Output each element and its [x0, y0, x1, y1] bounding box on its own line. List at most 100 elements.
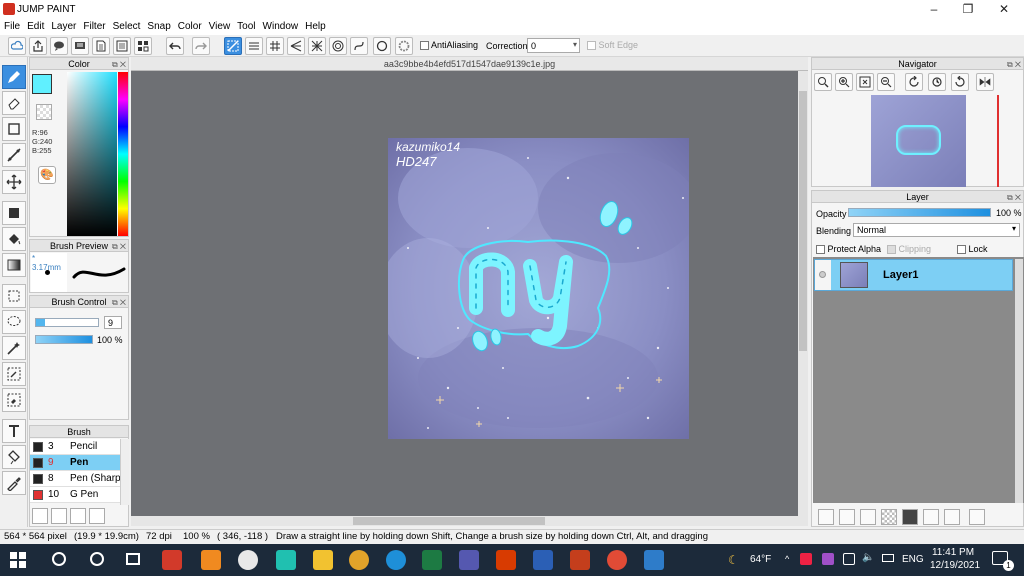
brush-size-input[interactable]: 9: [104, 316, 122, 329]
cloud-icon[interactable]: [8, 37, 26, 55]
new-layer-icon[interactable]: [818, 509, 834, 525]
menu-layer[interactable]: Layer: [47, 19, 79, 32]
file-explorer-taskbar-icon[interactable]: [313, 550, 333, 570]
menu-help[interactable]: Help: [301, 19, 329, 32]
settings-snap-icon[interactable]: [395, 37, 413, 55]
correction-select[interactable]: 0 ▾: [527, 38, 580, 53]
rectangle-tool-icon[interactable]: [2, 117, 26, 141]
lasso-tool-icon[interactable]: [2, 310, 26, 334]
merge-down-icon[interactable]: [944, 509, 960, 525]
text-tool-icon[interactable]: [2, 419, 26, 443]
restore-button[interactable]: ❐: [950, 0, 986, 19]
panel-close-icon[interactable]: ⧉ ✕: [1007, 59, 1021, 71]
curve-snap-icon[interactable]: [350, 37, 368, 55]
antialiasing-checkbox[interactable]: [420, 41, 429, 51]
clock[interactable]: 11:41 PM 12/19/2021: [930, 547, 980, 571]
perspective-snap-icon[interactable]: [287, 37, 305, 55]
chrome-taskbar-icon-3[interactable]: [607, 550, 627, 570]
circle-snap-icon[interactable]: [329, 37, 347, 55]
panel-close-icon[interactable]: ⧉ ✕: [1007, 192, 1021, 204]
teams-taskbar-icon[interactable]: [459, 550, 479, 570]
clipping-toggle[interactable]: Clipping: [887, 244, 931, 255]
pen-tool-icon[interactable]: [2, 65, 26, 89]
redo-icon[interactable]: [192, 37, 210, 55]
clipping-checkbox[interactable]: [887, 245, 896, 255]
protect-alpha-checkbox[interactable]: [816, 245, 825, 255]
palette-icon[interactable]: 🎨: [38, 166, 56, 184]
delete-layer-icon[interactable]: [969, 509, 985, 525]
layer-list-scrollbar[interactable]: [1015, 259, 1023, 503]
show-hidden-icons-icon[interactable]: ^: [785, 554, 789, 564]
share-icon[interactable]: [29, 37, 47, 55]
zoom-in-icon[interactable]: [835, 73, 853, 91]
fill-rect-tool-icon[interactable]: [2, 201, 26, 225]
layer-row[interactable]: Layer1: [814, 259, 1013, 291]
bucket-tool-icon[interactable]: [2, 227, 26, 251]
eyedropper-tool-icon[interactable]: [2, 471, 26, 495]
hue-slider[interactable]: [118, 72, 128, 236]
select-rect-tool-icon[interactable]: [2, 284, 26, 308]
zoom-actual-icon[interactable]: [856, 73, 874, 91]
list-item[interactable]: 8 Pen (Sharp): [30, 471, 124, 487]
cortana-icon[interactable]: [90, 552, 104, 566]
color-saturation-picker[interactable]: [67, 72, 117, 236]
message-icon[interactable]: [71, 37, 89, 55]
copy-brush-icon[interactable]: [70, 508, 86, 524]
office-taskbar-icon[interactable]: [496, 550, 516, 570]
eraser-tool-icon[interactable]: [2, 91, 26, 115]
panel-close-icon[interactable]: ⧉ ✕: [112, 297, 126, 309]
document-tab[interactable]: aa3c9bbe4b4efd517d1547dae9139c1e.jpg: [131, 57, 808, 71]
antialiasing-toggle[interactable]: AntiAliasing: [420, 40, 478, 51]
menu-snap[interactable]: Snap: [143, 19, 173, 32]
app-taskbar-icon-4[interactable]: [276, 550, 296, 570]
line-tool-icon[interactable]: [2, 143, 26, 167]
volume-icon[interactable]: 🔈: [862, 552, 874, 563]
tree-icon[interactable]: [32, 508, 48, 524]
menu-file[interactable]: File: [0, 19, 23, 32]
new-brush-icon[interactable]: [51, 508, 67, 524]
duplicate-layer-icon[interactable]: [923, 509, 939, 525]
artwork-canvas[interactable]: kazumiko14 HD247: [388, 138, 689, 439]
tray-app-icon-2[interactable]: [822, 553, 834, 565]
word-taskbar-icon[interactable]: [533, 550, 553, 570]
vertical-scrollbar[interactable]: [798, 71, 808, 516]
magic-wand-tool-icon[interactable]: [2, 336, 26, 360]
transparency-icon[interactable]: [881, 509, 897, 525]
close-button[interactable]: ✕: [986, 0, 1022, 19]
search-icon[interactable]: [52, 552, 66, 566]
minimize-button[interactable]: –: [916, 0, 952, 19]
balloon-tool-icon[interactable]: [2, 445, 26, 469]
excel-taskbar-icon[interactable]: [422, 550, 442, 570]
battery-icon[interactable]: [882, 554, 894, 562]
brush-opacity-slider[interactable]: [35, 335, 93, 344]
protect-alpha-toggle[interactable]: Protect Alpha: [816, 244, 881, 255]
comment-icon[interactable]: [50, 37, 68, 55]
rotate-reset-icon[interactable]: [928, 73, 946, 91]
menu-edit[interactable]: Edit: [23, 19, 47, 32]
list-item[interactable]: 3 Pencil: [30, 439, 120, 455]
menu-filter[interactable]: Filter: [79, 19, 108, 32]
brush-list-scrollbar[interactable]: [120, 439, 129, 505]
menu-window[interactable]: Window: [259, 19, 302, 32]
ellipse-snap-icon[interactable]: [373, 37, 391, 55]
chrome-taskbar-icon[interactable]: [238, 550, 258, 570]
layer-mask-icon[interactable]: [860, 509, 876, 525]
soft-edge-toggle[interactable]: Soft Edge: [587, 40, 638, 51]
chrome-taskbar-icon-2[interactable]: [349, 550, 369, 570]
panel-close-icon[interactable]: ⧉ ✕: [112, 241, 126, 253]
lock-toggle[interactable]: Lock: [957, 244, 988, 255]
language-indicator[interactable]: ENG: [902, 554, 924, 565]
menu-select[interactable]: Select: [109, 19, 144, 32]
weather-temp[interactable]: 64°F: [750, 554, 771, 565]
jump-paint-taskbar-icon[interactable]: [162, 550, 182, 570]
network-icon[interactable]: [843, 553, 855, 565]
undo-icon[interactable]: [166, 37, 184, 55]
radial-snap-icon[interactable]: [308, 37, 326, 55]
menu-color[interactable]: Color: [174, 19, 205, 32]
powerpoint-taskbar-icon[interactable]: [570, 550, 590, 570]
task-view-icon[interactable]: [126, 553, 140, 565]
grid-tool-icon[interactable]: [134, 37, 152, 55]
rotate-right-icon[interactable]: [951, 73, 969, 91]
current-color-swatch[interactable]: [32, 74, 52, 94]
list-item[interactable]: 9 Pen: [30, 455, 120, 471]
